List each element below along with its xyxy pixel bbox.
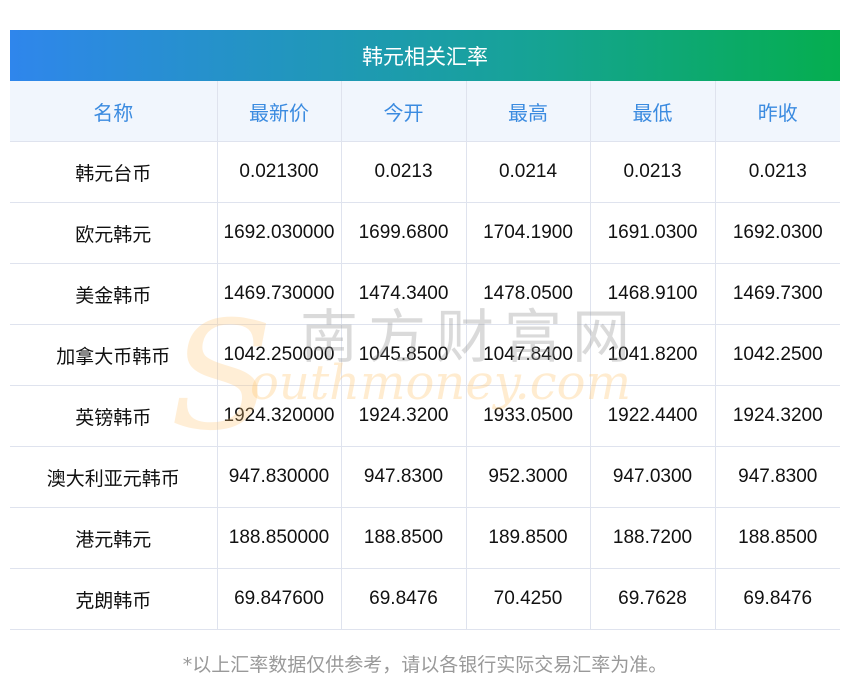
table-row: 欧元韩元 1692.030000 1699.6800 1704.1900 1691.03… — [10, 202, 840, 264]
table-header-row: 名称 最新价 今开 最高 最低 昨收 — [10, 81, 840, 142]
table-row: 澳大利亚元韩币 947.830000 947.8300 952.3000 947.030… — [10, 446, 840, 508]
currency-pair-name: 克朗韩币 — [10, 568, 218, 630]
rate-cell: 0.0214 — [466, 141, 591, 203]
rate-cell: 1469.7300 — [715, 263, 840, 325]
exchange-rate-table: 名称 最新价 今开 最高 最低 昨收 韩元台币 0.021300 0.0213 0.0214 0.… — [10, 81, 840, 630]
rate-cell: 189.8500 — [466, 507, 591, 569]
rate-cell: 1692.0300 — [715, 202, 840, 264]
rate-cell: 1933.0500 — [466, 385, 591, 447]
rate-cell: 188.850000 — [217, 507, 342, 569]
rate-cell: 188.7200 — [590, 507, 716, 569]
currency-pair-name: 港元韩元 — [10, 507, 218, 569]
rate-cell: 947.8300 — [715, 446, 840, 508]
rate-cell: 1924.320000 — [217, 385, 342, 447]
table-row: 加拿大币韩币 1042.250000 1045.8500 1047.8400 1041.… — [10, 324, 840, 386]
currency-pair-name: 美金韩币 — [10, 263, 218, 325]
table-row: 克朗韩币 69.847600 69.8476 70.4250 69.7628 69.847… — [10, 568, 840, 630]
rate-cell: 0.021300 — [217, 141, 342, 203]
rate-cell: 188.8500 — [715, 507, 840, 569]
rate-cell: 0.0213 — [590, 141, 716, 203]
rate-cell: 947.830000 — [217, 446, 342, 508]
rate-cell: 1047.8400 — [466, 324, 591, 386]
rate-cell: 1924.3200 — [341, 385, 467, 447]
rate-cell: 1478.0500 — [466, 263, 591, 325]
rate-cell: 1474.3400 — [341, 263, 467, 325]
rate-cell: 947.0300 — [590, 446, 716, 508]
rate-cell: 0.0213 — [341, 141, 467, 203]
rate-cell: 952.3000 — [466, 446, 591, 508]
exchange-rate-panel: 韩元相关汇率 名称 最新价 今开 最高 最低 昨收 韩元台币 0.021300 0.0213 0… — [10, 30, 840, 630]
rate-cell: 1468.9100 — [590, 263, 716, 325]
column-header: 最低 — [590, 81, 716, 142]
rate-cell: 69.8476 — [341, 568, 467, 630]
disclaimer: *以上汇率数据仅供参考，请以各银行实际交易汇率为准。 — [182, 654, 668, 676]
column-header: 最高 — [466, 81, 591, 142]
rate-cell: 69.7628 — [590, 568, 716, 630]
rate-cell: 947.8300 — [341, 446, 467, 508]
currency-pair-name: 加拿大币韩币 — [10, 324, 218, 386]
table-row: 美金韩币 1469.730000 1474.3400 1478.0500 1468.91… — [10, 263, 840, 325]
rate-cell: 1042.2500 — [715, 324, 840, 386]
rate-cell: 0.0213 — [715, 141, 840, 203]
rate-cell: 1691.0300 — [590, 202, 716, 264]
currency-pair-name: 韩元台币 — [10, 141, 218, 203]
rate-cell: 70.4250 — [466, 568, 591, 630]
panel-title: 韩元相关汇率 — [10, 30, 840, 81]
table-row: 英镑韩币 1924.320000 1924.3200 1933.0500 1922.44… — [10, 385, 840, 447]
column-header: 昨收 — [715, 81, 840, 142]
rate-cell: 1041.8200 — [590, 324, 716, 386]
table-row: 港元韩元 188.850000 188.8500 189.8500 188.7200 18… — [10, 507, 840, 569]
rate-cell: 1045.8500 — [341, 324, 467, 386]
table-row: 韩元台币 0.021300 0.0213 0.0214 0.0213 0.0213 — [10, 141, 840, 203]
rate-cell: 1699.6800 — [341, 202, 467, 264]
column-header: 今开 — [341, 81, 467, 142]
currency-pair-name: 欧元韩元 — [10, 202, 218, 264]
rate-cell: 1042.250000 — [217, 324, 342, 386]
rate-cell: 69.847600 — [217, 568, 342, 630]
currency-pair-name: 英镑韩币 — [10, 385, 218, 447]
column-header: 名称 — [10, 81, 218, 142]
rate-cell: 1924.3200 — [715, 385, 840, 447]
rate-cell: 1469.730000 — [217, 263, 342, 325]
rate-cell: 69.8476 — [715, 568, 840, 630]
currency-pair-name: 澳大利亚元韩币 — [10, 446, 218, 508]
rate-cell: 1704.1900 — [466, 202, 591, 264]
rate-cell: 188.8500 — [341, 507, 467, 569]
rate-cell: 1692.030000 — [217, 202, 342, 264]
column-header: 最新价 — [217, 81, 342, 142]
rate-cell: 1922.4400 — [590, 385, 716, 447]
